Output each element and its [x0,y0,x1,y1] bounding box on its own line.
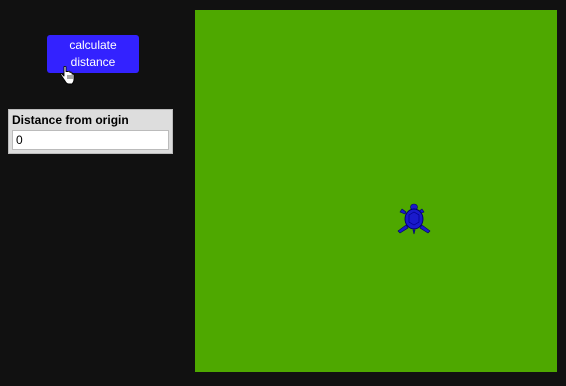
stage-canvas[interactable] [195,10,557,372]
app: calculate distance Distance from origin [0,0,566,386]
distance-readout-label: Distance from origin [12,113,129,127]
distance-readout-panel: Distance from origin [8,109,173,154]
turtle-icon[interactable] [396,203,432,235]
hand-pointer-icon [60,66,75,85]
distance-readout-field[interactable] [12,130,169,150]
